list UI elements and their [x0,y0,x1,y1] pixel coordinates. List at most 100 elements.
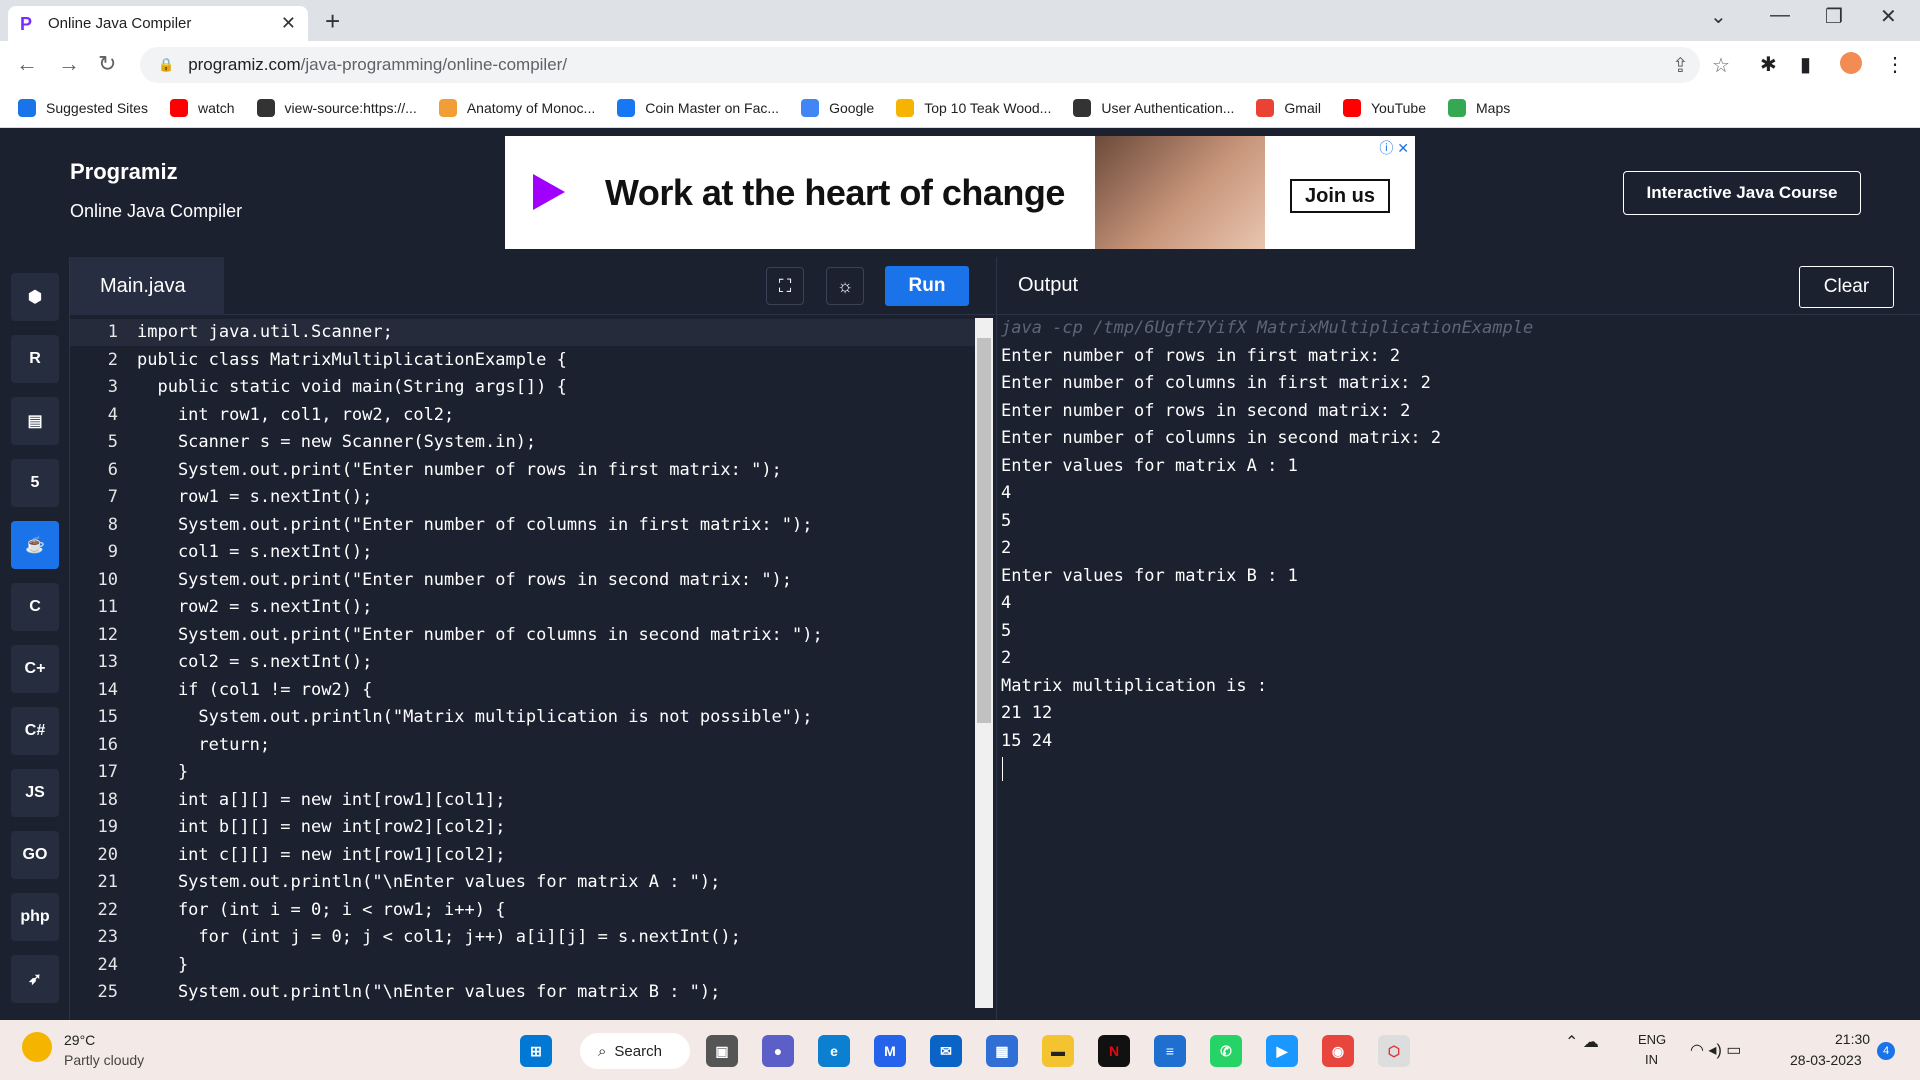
code-line[interactable]: 20 int c[][] = new int[row1][col2]; [70,842,975,869]
input-language[interactable]: ENG [1638,1032,1666,1047]
start-icon[interactable]: ⊞ [520,1035,552,1067]
ad-close-icon[interactable]: ⓘ ✕ [1379,138,1409,158]
language-csharp-icon[interactable]: C# [11,707,59,755]
code-line[interactable]: 21 System.out.println("\nEnter values fo… [70,869,975,896]
code-line[interactable]: 5 Scanner s = new Scanner(System.in); [70,429,975,456]
run-button[interactable]: Run [885,266,969,306]
notepad-icon[interactable]: ≡ [1154,1035,1186,1067]
netflix-icon[interactable]: N [1098,1035,1130,1067]
code-line[interactable]: 16 return; [70,732,975,759]
code-line[interactable]: 9 col1 = s.nextInt(); [70,539,975,566]
code-editor[interactable]: 1 import java.util.Scanner; 2 public class … [70,315,975,1020]
code-line[interactable]: 23 for (int j = 0; j < col1; j++) a[i][j… [70,924,975,951]
code-line[interactable]: 4 int row1, col1, row2, col2; [70,402,975,429]
bookmark-item[interactable]: Anatomy of Monoc... [438,98,595,117]
clock-date[interactable]: 28-03-2023 [1790,1052,1862,1068]
side-panel-icon[interactable]: ▮ [1800,52,1811,77]
language-cpp-icon[interactable]: C+ [11,645,59,693]
code-line[interactable]: 18 int a[][] = new int[row1][col1]; [70,787,975,814]
mail-icon[interactable]: ✉ [930,1035,962,1067]
code-line[interactable]: 10 System.out.print("Enter number of row… [70,567,975,594]
bookmark-star-icon[interactable]: ☆ [1712,53,1730,78]
bookmark-item[interactable]: Gmail [1256,98,1321,117]
system-tray-icons[interactable]: ⌃ ☁ [1565,1032,1599,1052]
file-explorer-icon[interactable]: ▬ [1042,1035,1074,1067]
bookmark-item[interactable]: view-source:https://... [256,98,417,117]
extensions-icon[interactable]: ✱ [1760,52,1777,77]
taskbar-search[interactable]: ⌕ Search [580,1033,690,1069]
code-line[interactable]: 11 row2 = s.nextInt(); [70,594,975,621]
clear-button[interactable]: Clear [1799,266,1894,308]
output-console[interactable]: java -cp /tmp/6Ugft7YifX MatrixMultiplic… [996,315,1920,1020]
whatsapp-icon[interactable]: ✆ [1210,1035,1242,1067]
bookmark-item[interactable]: YouTube [1342,98,1426,117]
code-line[interactable]: 19 int b[][] = new int[row2][col2]; [70,814,975,841]
file-tab[interactable]: Main.java [70,257,224,315]
maximize-icon[interactable]: ❐ [1825,4,1843,29]
visual-studio-icon[interactable]: M [874,1035,906,1067]
bookmark-item[interactable]: Coin Master on Fac... [617,98,779,117]
bookmark-item[interactable]: Top 10 Teak Wood... [896,98,1051,117]
close-window-icon[interactable]: ✕ [1880,4,1897,29]
app-icon[interactable]: ⬡ [1378,1035,1410,1067]
fullscreen-icon[interactable]: ⛶ [766,267,804,305]
notification-badge[interactable]: 4 [1877,1042,1895,1060]
language-c-icon[interactable]: C [11,583,59,631]
input-region[interactable]: IN [1645,1052,1658,1067]
wifi-volume-battery-icon[interactable]: ◠ ◂) ▭ [1690,1040,1741,1060]
close-tab-icon[interactable]: ✕ [281,13,296,34]
advertisement-banner[interactable]: Work at the heart of change Join us ⓘ ✕ [505,136,1415,249]
ad-join-button[interactable]: Join us [1290,179,1390,213]
bookmark-item[interactable]: Maps [1448,98,1510,117]
language-php-icon[interactable]: php [11,893,59,941]
weather-icon[interactable] [22,1032,52,1062]
language-html-icon[interactable]: 5 [11,459,59,507]
code-line[interactable]: 6 System.out.print("Enter number of rows… [70,457,975,484]
share-icon[interactable]: ⇪ [1672,53,1689,78]
code-line[interactable]: 8 System.out.print("Enter number of colu… [70,512,975,539]
code-line[interactable]: 1 import java.util.Scanner; [70,319,975,346]
editor-scrollbar-thumb[interactable] [977,338,991,723]
bookmark-item[interactable]: Suggested Sites [18,98,148,117]
editor-scrollbar[interactable] [975,318,993,1008]
new-tab-icon[interactable]: + [325,6,340,37]
chrome-icon[interactable]: ◉ [1322,1035,1354,1067]
interactive-course-button[interactable]: Interactive Java Course [1623,171,1861,215]
tab-search-icon[interactable]: ⌄ [1710,4,1727,29]
bookmark-item[interactable]: User Authentication... [1073,98,1234,117]
code-line[interactable]: 17 } [70,759,975,786]
language-js-icon[interactable]: JS [11,769,59,817]
prime-video-icon[interactable]: ▶ [1266,1035,1298,1067]
chat-icon[interactable]: ● [762,1035,794,1067]
programiz-logo[interactable]: Programiz [70,159,178,185]
code-line[interactable]: 25 System.out.println("\nEnter values fo… [70,979,975,1006]
forward-icon[interactable]: → [58,51,80,77]
profile-avatar[interactable] [1840,52,1862,74]
reload-icon[interactable]: ↻ [98,51,116,77]
language-java-icon[interactable]: ☕ [11,521,59,569]
code-line[interactable]: 15 System.out.println("Matrix multiplica… [70,704,975,731]
minimize-icon[interactable]: — [1770,4,1790,27]
code-line[interactable]: 3 public static void main(String args[])… [70,374,975,401]
bookmark-item[interactable]: Google [801,98,874,117]
code-line[interactable]: 14 if (col1 != row2) { [70,677,975,704]
language-python-icon[interactable]: ⬢ [11,273,59,321]
edge-icon[interactable]: e [818,1035,850,1067]
bookmark-item[interactable]: watch [169,98,235,117]
menu-icon[interactable]: ⋮ [1885,52,1905,77]
url-field[interactable]: 🔒 programiz.com/java-programming/online-… [140,47,1700,83]
browser-tab[interactable]: P Online Java Compiler ✕ [8,6,308,41]
code-line[interactable]: 13 col2 = s.nextInt(); [70,649,975,676]
language-swift-icon[interactable]: ➶ [11,955,59,1003]
code-line[interactable]: 22 for (int i = 0; i < row1; i++) { [70,897,975,924]
task-view-icon[interactable]: ▣ [706,1035,738,1067]
store-icon[interactable]: ▦ [986,1035,1018,1067]
back-icon[interactable]: ← [16,51,38,77]
language-go-icon[interactable]: GO [11,831,59,879]
code-line[interactable]: 2 public class MatrixMultiplicationExampl… [70,347,975,374]
clock-time[interactable]: 21:30 [1835,1031,1870,1047]
language-r-icon[interactable]: R [11,335,59,383]
code-line[interactable]: 7 row1 = s.nextInt(); [70,484,975,511]
language-sql-icon[interactable]: ▤ [11,397,59,445]
code-line[interactable]: 24 } [70,952,975,979]
